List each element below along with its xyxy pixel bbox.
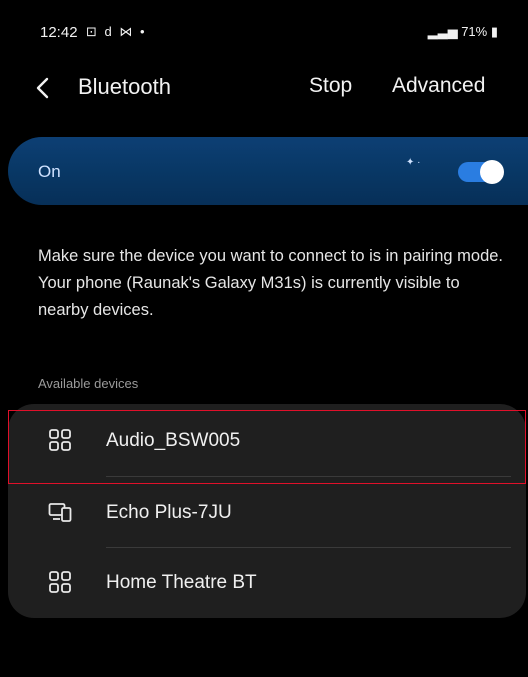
signal-icon: ▂▃▅: [427, 24, 462, 39]
computer-device-icon: [48, 500, 72, 524]
bluetooth-settings-screen: 12:42 ⊡ d ⋈ • ▂▃▅ 71% ▮ Bluetooth Stop A…: [0, 0, 528, 677]
status-bar: 12:42 ⊡ d ⋈ • ▂▃▅ 71% ▮: [0, 0, 528, 62]
title-bar: Bluetooth Stop Advanced: [0, 62, 528, 112]
battery-status: ▂▃▅ 71% ▮: [428, 24, 498, 40]
back-arrow-icon: [36, 77, 49, 99]
notification-icons: ⊡ d ⋈ •: [86, 24, 147, 39]
available-devices-heading: Available devices: [38, 376, 139, 391]
bottom-space: [0, 640, 528, 677]
highlight-box: [8, 410, 526, 484]
switch-knob: [480, 160, 504, 184]
back-button[interactable]: [30, 70, 56, 106]
device-row-echo-plus[interactable]: Echo Plus-7JU: [8, 478, 526, 548]
device-label: Echo Plus-7JU: [106, 502, 232, 523]
page-title: Bluetooth: [78, 74, 171, 99]
stop-button[interactable]: Stop: [309, 74, 352, 98]
audio-device-icon: [48, 570, 72, 594]
toggle-label: On: [38, 162, 61, 181]
bluetooth-switch[interactable]: [458, 160, 504, 184]
battery-icon: ▮: [487, 24, 498, 39]
sparkle-icon: ✦ ·: [406, 157, 421, 168]
pairing-description: Make sure the device you want to connect…: [38, 247, 504, 319]
status-time: 12:42: [40, 24, 78, 41]
bluetooth-toggle-bar[interactable]: On ✦ ·: [8, 137, 528, 205]
device-label: Home Theatre BT: [106, 572, 257, 593]
device-row-home-theatre[interactable]: Home Theatre BT: [8, 548, 526, 618]
battery-percent: 71%: [461, 24, 488, 39]
advanced-button[interactable]: Advanced: [392, 74, 485, 98]
